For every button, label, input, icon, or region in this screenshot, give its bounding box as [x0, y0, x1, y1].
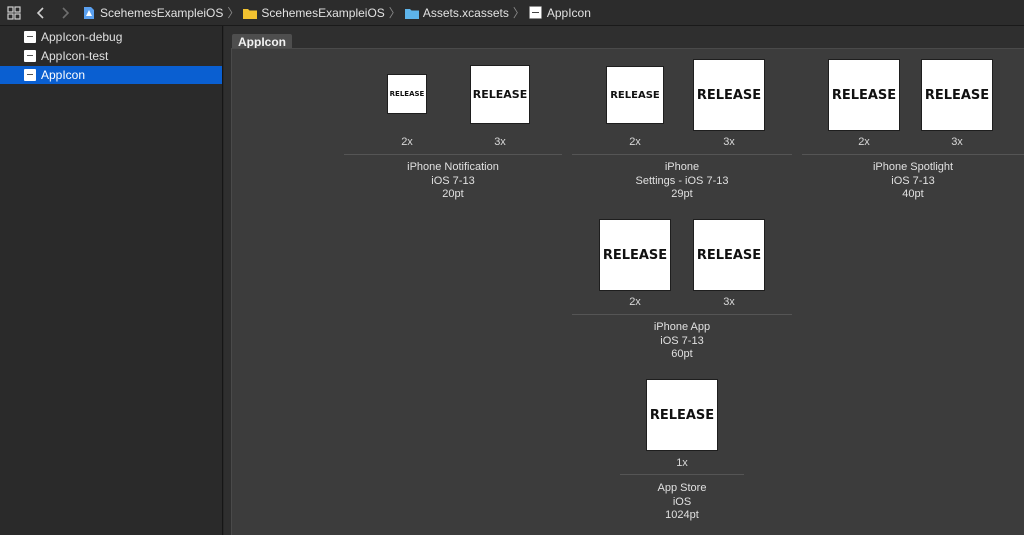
icon-slot-settings-3x[interactable]: RELEASE: [693, 59, 765, 131]
breadcrumb-appicon[interactable]: AppIcon: [529, 6, 591, 20]
group-divider: [620, 474, 744, 475]
icon-slot-spotlight-3x[interactable]: RELEASE: [921, 59, 993, 131]
icon-well[interactable]: RELEASE: [921, 59, 993, 131]
group-caption-spotlight: iPhone Spotlight iOS 7-13 40pt: [802, 161, 1024, 202]
scale-label: 3x: [951, 136, 963, 148]
scale-label: 3x: [723, 136, 735, 148]
group-divider: [802, 154, 1024, 155]
sidebar-item-label: AppIcon-test: [41, 49, 109, 63]
caption-line: iPhone: [664, 161, 700, 173]
project-file-icon: [82, 6, 96, 20]
caption-line: iOS 7-13: [431, 174, 475, 187]
breadcrumb-project-label: ScehemesExampleiOS: [100, 5, 224, 20]
icon-well[interactable]: RELEASE: [646, 379, 718, 451]
back-chevron-icon[interactable]: [30, 2, 52, 24]
group-divider: [572, 154, 792, 155]
icon-well[interactable]: RELEASE: [693, 59, 765, 131]
breadcrumb-separator: 〉: [388, 6, 401, 20]
scale-label: 2x: [401, 136, 413, 148]
caption-line: iPhone App: [653, 321, 711, 333]
icon-slot-notification-3x[interactable]: RELEASE: [470, 65, 530, 124]
caption-line: iOS: [672, 495, 692, 508]
icon-well[interactable]: RELEASE: [470, 65, 530, 124]
sidebar-item-appicon-debug[interactable]: AppIcon-debug: [0, 28, 222, 46]
icon-well[interactable]: RELEASE: [599, 219, 671, 291]
group-caption-notification: iPhone Notification iOS 7-13 20pt: [344, 161, 562, 202]
asset-editor: AppIcon RELEASE RELEASE 2x 3x iPhone Not…: [224, 26, 1024, 535]
scale-label: 2x: [858, 136, 870, 148]
caption-line: 20pt: [442, 188, 464, 200]
group-caption-appstore: App Store iOS 1024pt: [620, 482, 744, 523]
caption-line: 1024pt: [665, 509, 699, 521]
caption-line: 60pt: [671, 348, 693, 360]
scale-label: 3x: [723, 296, 735, 308]
caption-line: iPhone Notification: [407, 161, 499, 173]
group-divider: [344, 154, 562, 155]
breadcrumb: ScehemesExampleiOS 〉 ScehemesExampleiOS …: [82, 4, 591, 21]
caption-line: iOS 7-13: [891, 174, 935, 187]
scale-label: 2x: [629, 296, 641, 308]
icon-slot-settings-2x[interactable]: RELEASE: [606, 66, 664, 124]
icon-slot-appstore-1x[interactable]: RELEASE: [646, 379, 718, 451]
breadcrumb-folder-label: ScehemesExampleiOS: [261, 5, 385, 20]
sidebar-item-appicon-test[interactable]: AppIcon-test: [0, 47, 222, 65]
breadcrumb-folder[interactable]: ScehemesExampleiOS: [243, 5, 385, 20]
icon-well[interactable]: RELEASE: [387, 74, 427, 114]
appicon-set-icon: [24, 69, 36, 81]
caption-line: iOS 7-13: [660, 334, 704, 347]
sidebar-item-appicon[interactable]: AppIcon: [0, 66, 222, 84]
folder-icon: [243, 6, 258, 20]
icon-slot-app-3x[interactable]: RELEASE: [693, 219, 765, 291]
scale-label: 3x: [494, 136, 506, 148]
asset-sidebar: AppIcon-debug AppIcon-test AppIcon: [0, 26, 223, 535]
icon-slot-app-2x[interactable]: RELEASE: [599, 219, 671, 291]
caption-line: Settings - iOS 7-13: [635, 174, 729, 187]
appicon-set-icon: [529, 6, 543, 20]
breadcrumb-appicon-label: AppIcon: [546, 5, 591, 20]
breadcrumb-separator: 〉: [227, 6, 240, 20]
asset-catalog-folder-icon: [404, 6, 419, 20]
breadcrumb-assets[interactable]: Assets.xcassets: [404, 5, 509, 20]
group-caption-app: iPhone App iOS 7-13 60pt: [572, 321, 792, 362]
sidebar-item-label: AppIcon: [41, 68, 86, 82]
icon-slot-spotlight-2x[interactable]: RELEASE: [828, 59, 900, 131]
forward-chevron-icon[interactable]: [54, 2, 76, 24]
caption-line: 40pt: [902, 188, 924, 200]
caption-line: iPhone Spotlight: [872, 161, 954, 173]
icon-well[interactable]: RELEASE: [606, 66, 664, 124]
icon-well[interactable]: RELEASE: [828, 59, 900, 131]
caption-line: App Store: [657, 482, 707, 494]
jump-bar: ScehemesExampleiOS 〉 ScehemesExampleiOS …: [0, 0, 1024, 26]
group-caption-settings: iPhone Settings - iOS 7-13 29pt: [572, 161, 792, 202]
scale-label: 1x: [676, 457, 688, 469]
breadcrumb-assets-label: Assets.xcassets: [422, 5, 509, 20]
appicon-set-icon: [24, 31, 36, 43]
breadcrumb-separator: 〉: [512, 6, 525, 20]
icon-slot-notification-2x[interactable]: RELEASE: [387, 74, 427, 114]
scale-label: 2x: [629, 136, 641, 148]
sidebar-item-label: AppIcon-debug: [41, 30, 123, 44]
group-divider: [572, 314, 792, 315]
related-items-grid-icon[interactable]: [3, 2, 25, 24]
caption-line: 29pt: [671, 188, 693, 200]
appicon-set-icon: [24, 50, 36, 62]
breadcrumb-project[interactable]: ScehemesExampleiOS: [82, 6, 223, 20]
icon-well[interactable]: RELEASE: [693, 219, 765, 291]
